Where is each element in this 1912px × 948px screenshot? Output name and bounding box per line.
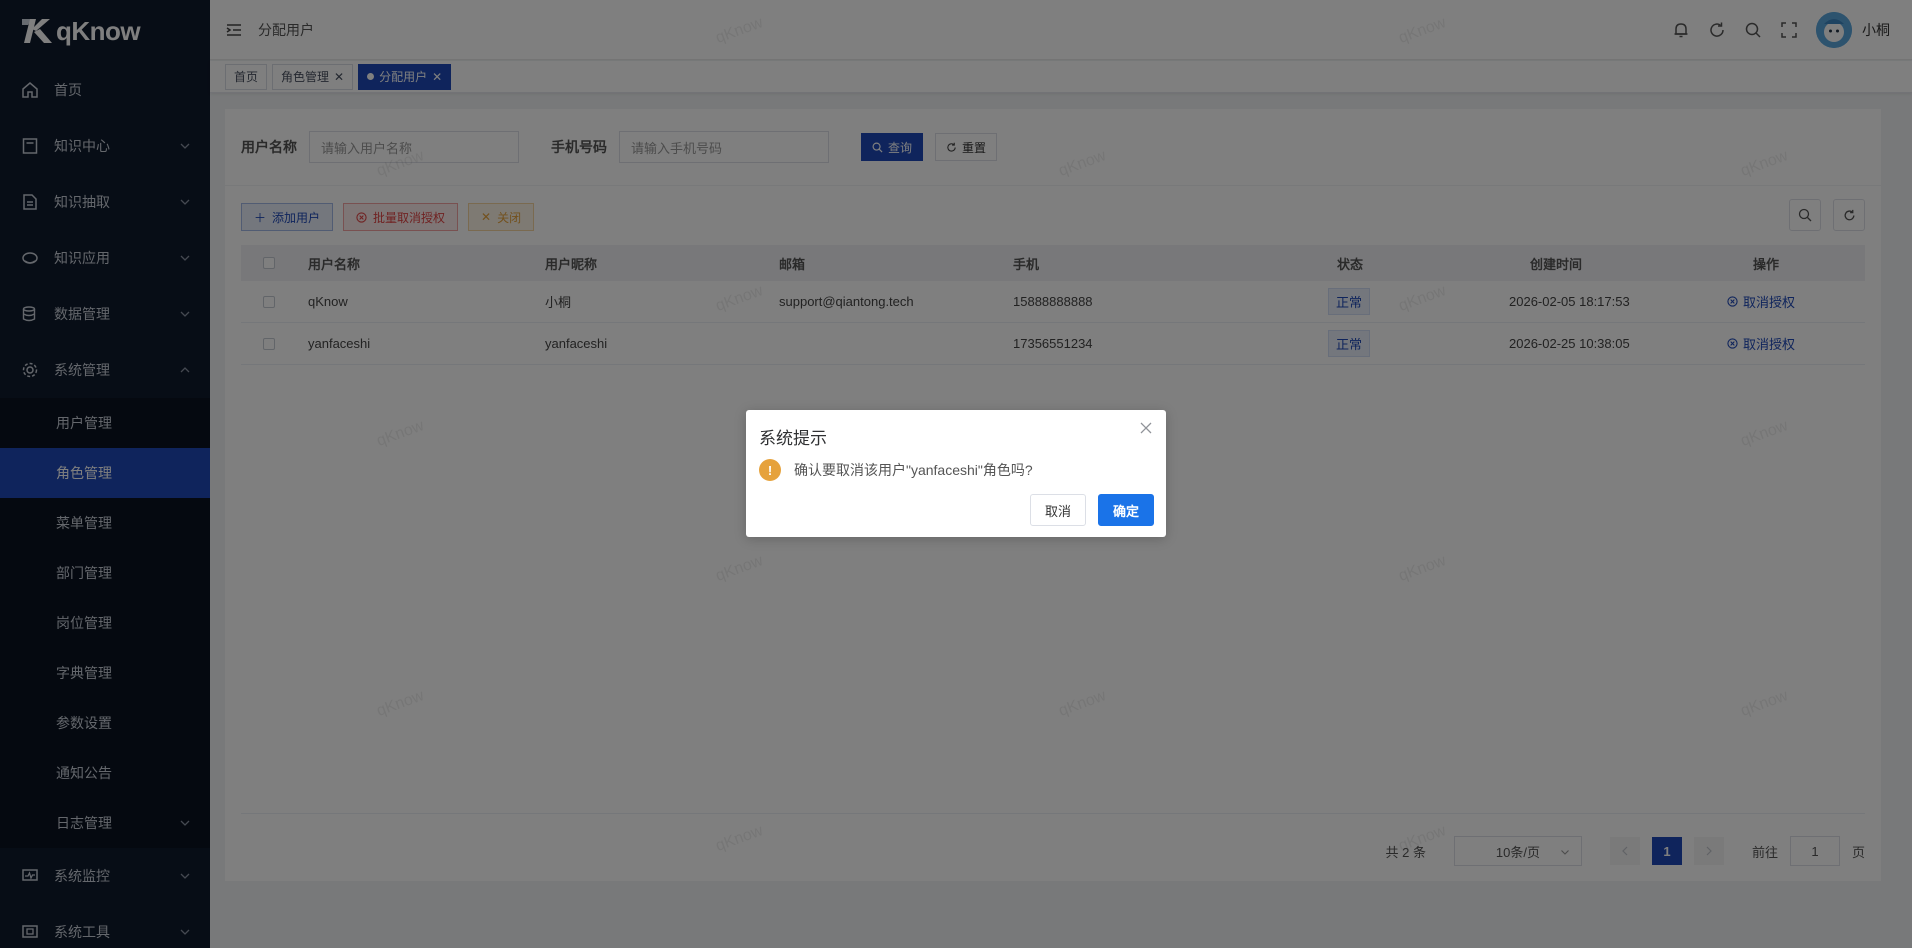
confirm-button-label: 确定 bbox=[1112, 503, 1139, 519]
cancel-button[interactable]: 取消 bbox=[1029, 494, 1086, 526]
confirm-button[interactable]: 确定 bbox=[1097, 494, 1154, 526]
dialog-buttons: 取消 确定 bbox=[1029, 494, 1154, 526]
dialog-message-text: 确认要取消该用户"yanfaceshi"角色吗? bbox=[794, 462, 1033, 478]
dialog-message: ! 确认要取消该用户"yanfaceshi"角色吗? bbox=[759, 459, 1033, 481]
warning-icon: ! bbox=[759, 459, 781, 481]
close-icon[interactable] bbox=[1139, 421, 1153, 435]
dialog-title: 系统提示 bbox=[759, 429, 827, 448]
cancel-button-label: 取消 bbox=[1044, 503, 1071, 519]
confirm-dialog: 系统提示 ! 确认要取消该用户"yanfaceshi"角色吗? 取消 确定 bbox=[746, 410, 1166, 537]
